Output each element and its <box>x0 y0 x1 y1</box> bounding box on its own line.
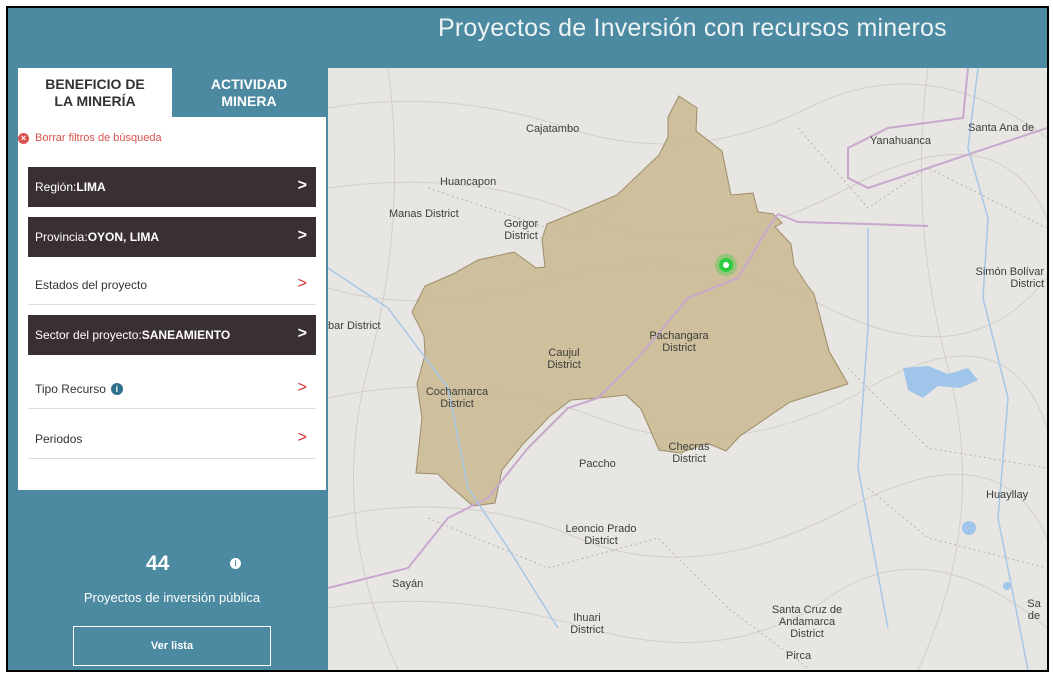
chevron-right-icon: > <box>297 275 307 292</box>
filter-value: SANEAMIENTO <box>141 328 231 342</box>
info-icon[interactable]: i <box>110 382 123 395</box>
sidebar: BENEFICIO DE LA MINERÍA ACTIVIDAD MINERA… <box>8 68 326 670</box>
project-marker[interactable] <box>715 254 737 276</box>
chevron-right-icon: > <box>297 379 307 396</box>
filter-label: Provincia: <box>35 230 88 244</box>
ver-lista-button[interactable]: Ver lista <box>73 626 271 666</box>
info-icon[interactable]: i <box>230 558 241 569</box>
map-label-santa-ana: Santa Ana de <box>968 122 1035 134</box>
map-label-simon-bolivar: Simón Bolívar District <box>975 266 1044 290</box>
filter-region[interactable]: Región: LIMA > <box>28 167 316 207</box>
filter-value: LIMA <box>76 180 106 194</box>
map-label-yanahuanca: Yanahuanca <box>870 135 931 147</box>
filter-value: OYON, LIMA <box>87 230 160 244</box>
chevron-right-icon: > <box>297 227 307 244</box>
filter-tipo-recurso[interactable]: Tipo Recurso i > <box>28 369 316 409</box>
filter-label: Estados del proyecto <box>35 277 148 292</box>
chevron-right-icon: > <box>297 429 307 446</box>
page-title: Proyectos de Inversión con recursos mine… <box>438 14 947 42</box>
filter-label: Tipo Recurso <box>35 381 106 396</box>
map-label-bar-district: bar District <box>328 320 381 332</box>
map-label-sayan: Sayán <box>392 578 424 590</box>
clear-filters-label: Borrar filtros de búsqueda <box>35 132 162 144</box>
map-label-checras: Checras District <box>668 441 710 465</box>
map-label-caujul: Caujul District <box>547 347 581 371</box>
close-circle-icon: × <box>18 132 29 144</box>
map-view[interactable]: Cajatambo Yanahuanca Santa Ana de Huanca… <box>328 68 1047 670</box>
chevron-right-icon: > <box>297 325 307 342</box>
clear-filters-link[interactable]: × Borrar filtros de búsqueda <box>18 132 162 144</box>
tab-label: BENEFICIO DE LA MINERÍA <box>45 75 145 109</box>
filter-label: Periodos <box>35 431 83 446</box>
map-label-huancapon: Huancapon <box>440 176 497 188</box>
filter-periodos[interactable]: Periodos > <box>28 419 316 459</box>
filter-panel: × Borrar filtros de búsqueda Región: LIM… <box>18 117 326 490</box>
header: Proyectos de Inversión con recursos mine… <box>8 8 1047 68</box>
filter-label: Sector del proyecto: <box>35 328 142 342</box>
map-label-cajatambo: Cajatambo <box>526 123 580 135</box>
small-lake <box>1003 582 1011 590</box>
map-label-paccho: Paccho <box>579 458 616 470</box>
summary-panel: 44 i Proyectos de inversión pública Ver … <box>18 538 326 670</box>
tab-label: ACTIVIDAD MINERA <box>210 75 288 109</box>
tab-beneficio-mineria[interactable]: BENEFICIO DE LA MINERÍA <box>18 68 172 117</box>
map-label-gorgor-district: Gorgor District <box>503 218 539 242</box>
map-label-cochamarca: Cochamarca District <box>425 386 489 410</box>
map-label-ihuari: Ihuari District <box>570 612 604 636</box>
project-count: 44 <box>146 552 170 575</box>
map-label-leoncio-prado: Leoncio Prado District <box>565 523 637 547</box>
tab-actividad-minera[interactable]: ACTIVIDAD MINERA <box>172 68 326 117</box>
map-label-sa-de: Sa de <box>1027 598 1041 622</box>
map-label-manas-district: Manas District <box>389 208 459 220</box>
app-frame: Proyectos de Inversión con recursos mine… <box>6 6 1049 672</box>
map-label-huayllay: Huayllay <box>986 489 1029 501</box>
tab-bar: BENEFICIO DE LA MINERÍA ACTIVIDAD MINERA <box>18 68 326 117</box>
map-label-pirca: Pirca <box>786 650 812 662</box>
chevron-right-icon: > <box>297 177 307 194</box>
small-lake <box>962 521 976 535</box>
filter-sector[interactable]: Sector del proyecto: SANEAMIENTO > <box>28 315 316 355</box>
map-label-pachangara: Pachangara District <box>649 330 709 354</box>
filter-provincia[interactable]: Provincia: OYON, LIMA > <box>28 217 316 257</box>
map-canvas <box>328 68 1047 670</box>
filter-estados[interactable]: Estados del proyecto > <box>28 265 316 305</box>
filter-label: Región: <box>35 180 77 194</box>
project-count-label: Proyectos de inversión pública <box>83 590 261 605</box>
map-label-santa-cruz: Santa Cruz de Andamarca District <box>771 604 843 640</box>
